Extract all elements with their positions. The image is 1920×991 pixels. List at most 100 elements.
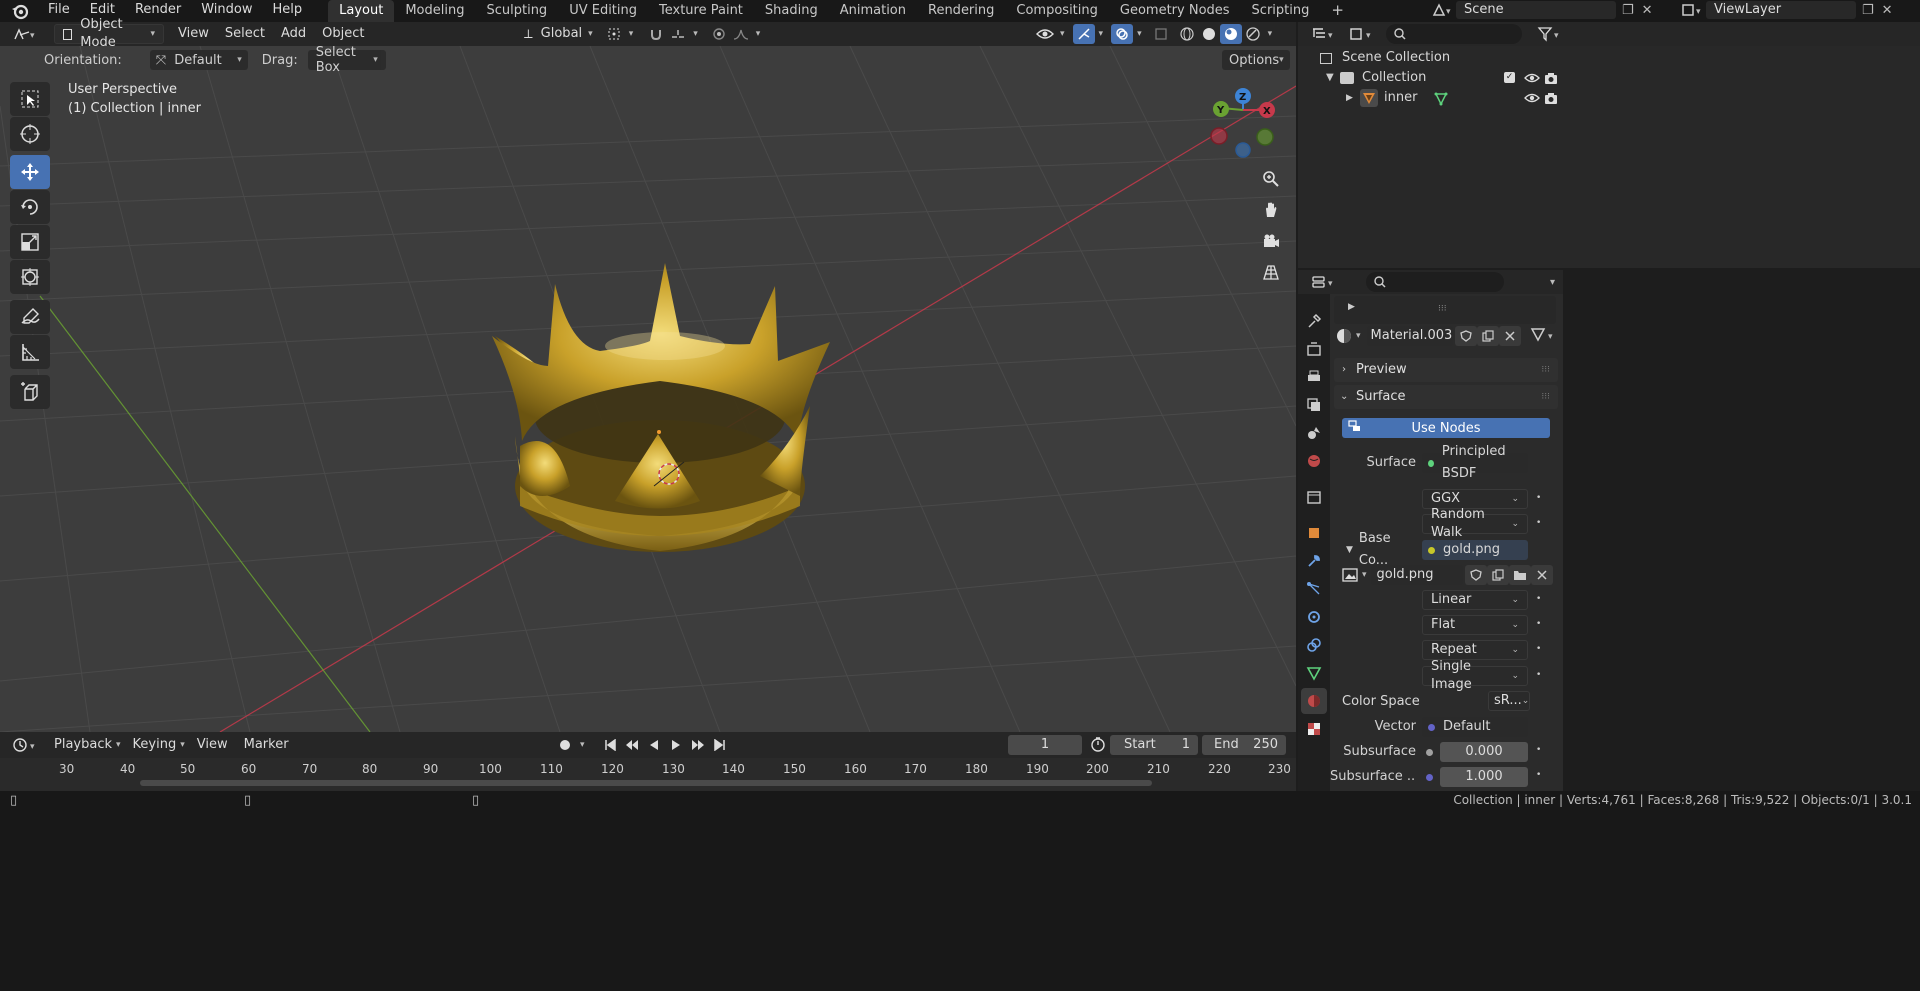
- material-tab-icon[interactable]: [1301, 688, 1327, 714]
- outliner-editor-icon[interactable]: ▾: [1308, 24, 1340, 44]
- menu-file[interactable]: File: [38, 0, 80, 22]
- annotate-tool-icon[interactable]: [10, 300, 50, 334]
- proportional-edit-icon[interactable]: [708, 24, 730, 44]
- menu-keying[interactable]: Keying: [125, 735, 185, 755]
- tab-layout[interactable]: Layout: [328, 0, 395, 22]
- properties-search-input[interactable]: [1366, 272, 1504, 292]
- menu-timeline-view[interactable]: View: [189, 735, 236, 755]
- properties-editor-icon[interactable]: ▾: [1308, 272, 1340, 292]
- menu-marker[interactable]: Marker: [236, 735, 297, 755]
- material-name-field[interactable]: Material.003: [1366, 326, 1453, 346]
- projection-dropdown[interactable]: Flat ⌄: [1422, 615, 1528, 635]
- render-tab-icon[interactable]: [1301, 336, 1327, 362]
- tab-geometry-nodes[interactable]: Geometry Nodes: [1109, 0, 1241, 22]
- vector-input-field[interactable]: Default: [1422, 717, 1528, 737]
- image-name-field[interactable]: gold.png: [1370, 565, 1463, 585]
- interpolation-dropdown[interactable]: Linear ⌄: [1422, 590, 1528, 610]
- display-mode-icon[interactable]: ▾: [1346, 24, 1378, 44]
- base-color-input-field[interactable]: gold.png: [1422, 540, 1528, 560]
- unlink-image-icon[interactable]: [1530, 565, 1553, 585]
- tab-sculpting[interactable]: Sculpting: [475, 0, 558, 22]
- material-preview-shading-icon[interactable]: [1219, 24, 1242, 44]
- color-space-dropdown[interactable]: sR... ⌄: [1488, 691, 1530, 711]
- object-tab-icon[interactable]: [1301, 520, 1327, 546]
- animate-dot-icon[interactable]: •: [1536, 670, 1541, 680]
- animate-dot-icon[interactable]: •: [1536, 770, 1541, 780]
- rotate-tool-icon[interactable]: [10, 190, 50, 224]
- tool-tab-icon[interactable]: [1301, 308, 1327, 334]
- timeline-ruler[interactable]: 30 40 50 60 70 80 90 100 110 120 130 140…: [0, 758, 1296, 791]
- next-keyframe-icon[interactable]: [687, 735, 709, 755]
- tab-texture-paint[interactable]: Texture Paint: [648, 0, 754, 22]
- drag-handle-icon[interactable]: ⁝⁝⁝: [1541, 358, 1550, 382]
- cursor-tool-icon[interactable]: [10, 117, 50, 151]
- perspective-grid-icon[interactable]: [1258, 259, 1284, 285]
- chevron-down-icon[interactable]: ▾: [1550, 277, 1555, 288]
- end-frame-field[interactable]: End 250: [1202, 735, 1286, 755]
- tab-rendering[interactable]: Rendering: [917, 0, 1005, 22]
- menu-playback[interactable]: Playback: [46, 735, 120, 755]
- duplicate-image-icon[interactable]: [1486, 565, 1509, 585]
- material-browse-icon[interactable]: ▾: [1336, 328, 1361, 344]
- tab-modeling[interactable]: Modeling: [394, 0, 475, 22]
- eye-icon[interactable]: [1524, 72, 1540, 84]
- stopwatch-icon[interactable]: [1090, 736, 1106, 756]
- animate-dot-icon[interactable]: •: [1536, 745, 1541, 755]
- select-box-tool-icon[interactable]: [10, 82, 50, 116]
- subsurface-method-dropdown[interactable]: Random Walk ⌄: [1422, 507, 1528, 540]
- mode-dropdown[interactable]: Object Mode ▾: [54, 17, 164, 50]
- render-camera-icon[interactable]: [1544, 71, 1558, 85]
- overlays-icon[interactable]: [1111, 24, 1134, 44]
- current-frame-field[interactable]: 1: [1008, 735, 1082, 755]
- jump-start-icon[interactable]: [599, 735, 621, 755]
- physics-tab-icon[interactable]: [1301, 604, 1327, 630]
- prev-keyframe-icon[interactable]: [621, 735, 643, 755]
- expand-arrow-icon[interactable]: ▼: [1326, 68, 1334, 88]
- animate-dot-icon[interactable]: •: [1536, 493, 1541, 503]
- pivot-point-icon[interactable]: [603, 24, 625, 44]
- blender-logo-icon[interactable]: [10, 1, 30, 21]
- use-nodes-button[interactable]: Use Nodes: [1342, 418, 1550, 438]
- menu-add[interactable]: Add: [273, 24, 314, 44]
- modifier-tab-icon[interactable]: [1301, 548, 1327, 574]
- scene-tab-icon[interactable]: [1301, 420, 1327, 446]
- xray-icon[interactable]: [1150, 24, 1172, 44]
- play-reverse-icon[interactable]: [643, 735, 665, 755]
- solid-shading-icon[interactable]: [1198, 24, 1220, 44]
- duplicate-material-icon[interactable]: [1476, 326, 1499, 346]
- scale-tool-icon[interactable]: [10, 225, 50, 259]
- outliner-row-inner[interactable]: ▶ inner: [1298, 88, 1563, 108]
- tab-compositing[interactable]: Compositing: [1005, 0, 1109, 22]
- subsurface-value-field[interactable]: 0.000: [1440, 742, 1528, 762]
- world-tab-icon[interactable]: [1301, 448, 1327, 474]
- measure-tool-icon[interactable]: [10, 335, 50, 369]
- outliner-search-input[interactable]: [1386, 24, 1522, 44]
- animate-dot-icon[interactable]: •: [1536, 594, 1541, 604]
- surface-panel-header[interactable]: ⌄ Surface ⁝⁝⁝: [1334, 385, 1558, 409]
- drag-handle-icon[interactable]: ⁝⁝⁝: [1541, 385, 1550, 409]
- jump-end-icon[interactable]: [709, 735, 731, 755]
- constraints-tab-icon[interactable]: [1301, 632, 1327, 658]
- editor-type-icon[interactable]: ▾: [10, 24, 42, 44]
- animate-dot-icon[interactable]: •: [1536, 644, 1541, 654]
- menu-select[interactable]: Select: [217, 24, 273, 44]
- transform-tool-icon[interactable]: [10, 260, 50, 294]
- data-tab-icon[interactable]: [1301, 660, 1327, 686]
- scene-name-field[interactable]: Scene: [1456, 1, 1616, 19]
- play-icon[interactable]: [665, 735, 687, 755]
- tab-animation[interactable]: Animation: [829, 0, 917, 22]
- rendered-shading-icon[interactable]: [1242, 24, 1264, 44]
- unlink-material-icon[interactable]: [1498, 326, 1521, 346]
- add-cube-tool-icon[interactable]: [10, 375, 50, 409]
- gizmo-toggle-icon[interactable]: [1072, 24, 1095, 44]
- base-color-row[interactable]: ▼ Base Co...: [1346, 531, 1422, 568]
- image-source-dropdown[interactable]: Single Image ⌄: [1422, 659, 1528, 692]
- expand-arrow-icon[interactable]: ▼: [1346, 539, 1353, 561]
- menu-view[interactable]: View: [170, 24, 217, 44]
- mesh-data-icon[interactable]: [1434, 92, 1448, 106]
- animate-dot-icon[interactable]: •: [1536, 518, 1541, 528]
- start-frame-field[interactable]: Start 1: [1110, 735, 1198, 755]
- view-layer-tab-icon[interactable]: [1301, 392, 1327, 418]
- preview-panel-header[interactable]: › Preview ⁝⁝⁝: [1334, 358, 1558, 382]
- options-dropdown[interactable]: Options ▾: [1222, 50, 1290, 70]
